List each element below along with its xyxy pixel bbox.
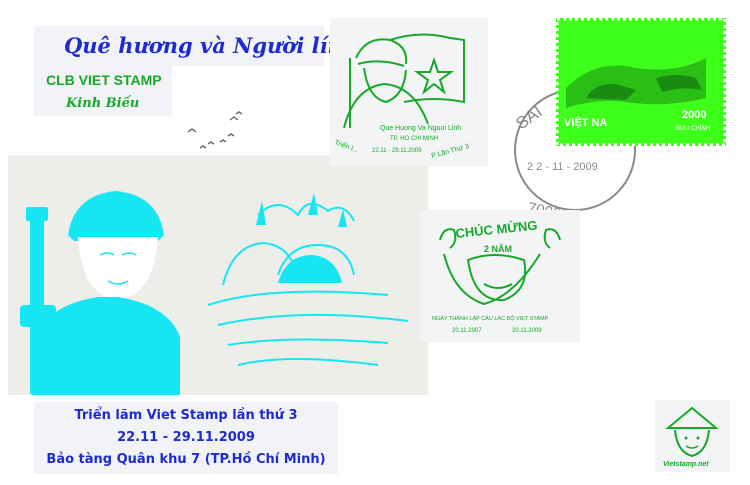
club-name: CLB VIET STAMP (46, 72, 162, 88)
cachet-line-2: TP. HO CHI MINH (390, 136, 438, 142)
congrats-stamp-panel: CHÚC MỪNG 2 NĂM NGÀY THÀNH LẬP CÂU LẠC B… (420, 210, 580, 342)
cover-title: Quê hương và Người lính (34, 26, 358, 66)
cachet-stamp-panel: Que Huong Va Nguoi Linh TP. HO CHI MINH … (330, 18, 488, 166)
vietstamp-logo: Vietstamp.net (663, 406, 719, 468)
postage-currency: BƯU CHÍNH (676, 125, 710, 132)
club-box: CLB VIET STAMP Kinh Biếu (34, 66, 172, 116)
exhibition-caption: Triển lãm Viet Stamp lần thứ 3 22.11 - 2… (34, 402, 338, 474)
congrats-caption: NGÀY THÀNH LẬP CÂU LẠC BỘ VIET STAMP (432, 315, 549, 322)
postage-stamp: VIỆT NA 2000 BƯU CHÍNH (556, 18, 726, 146)
postmark-date: 2 2 - 11 - 2009 (527, 161, 598, 173)
cachet-left-text: Triển l... (333, 138, 359, 154)
cachet-line-3: 22.11 - 29.11.2009 (372, 148, 422, 154)
exhibition-venue: Bảo tàng Quân khu 7 (TP.Hồ Chí Minh) (46, 452, 326, 467)
postage-value: 2000 (682, 109, 706, 121)
cachet-right-text: P Lần Thứ 3 (430, 141, 470, 160)
envelope-cover: Quê hương và Người lính CLB VIET STAMP K… (0, 0, 750, 485)
cachet-stamp: Que Huong Va Nguoi Linh TP. HO CHI MINH … (333, 33, 470, 160)
postmark-city: SAI (512, 102, 545, 133)
birds-illustration (187, 111, 243, 149)
congrats-date-to: 20.11.2009 (512, 328, 542, 334)
congrats-stamp: CHÚC MỪNG 2 NĂM NGÀY THÀNH LẬP CÂU LẠC B… (432, 217, 561, 334)
author-signature: Kinh Biếu (66, 96, 140, 111)
congrats-years: 2 NĂM (484, 244, 512, 254)
exhibition-title: Triển lãm Viet Stamp lần thứ 3 (74, 408, 298, 423)
cachet-line-1: Que Huong Va Nguoi Linh (380, 125, 461, 132)
vietstamp-logo-panel: Vietstamp.net (655, 400, 730, 472)
exhibition-dates: 22.11 - 29.11.2009 (117, 430, 255, 445)
congrats-title: CHÚC MỪNG (455, 217, 538, 241)
soldier-artwork (8, 155, 428, 395)
logo-text: Vietstamp.net (663, 461, 709, 468)
congrats-date-from: 20.11.2007 (452, 328, 482, 334)
postage-country: VIỆT NA (564, 116, 607, 129)
